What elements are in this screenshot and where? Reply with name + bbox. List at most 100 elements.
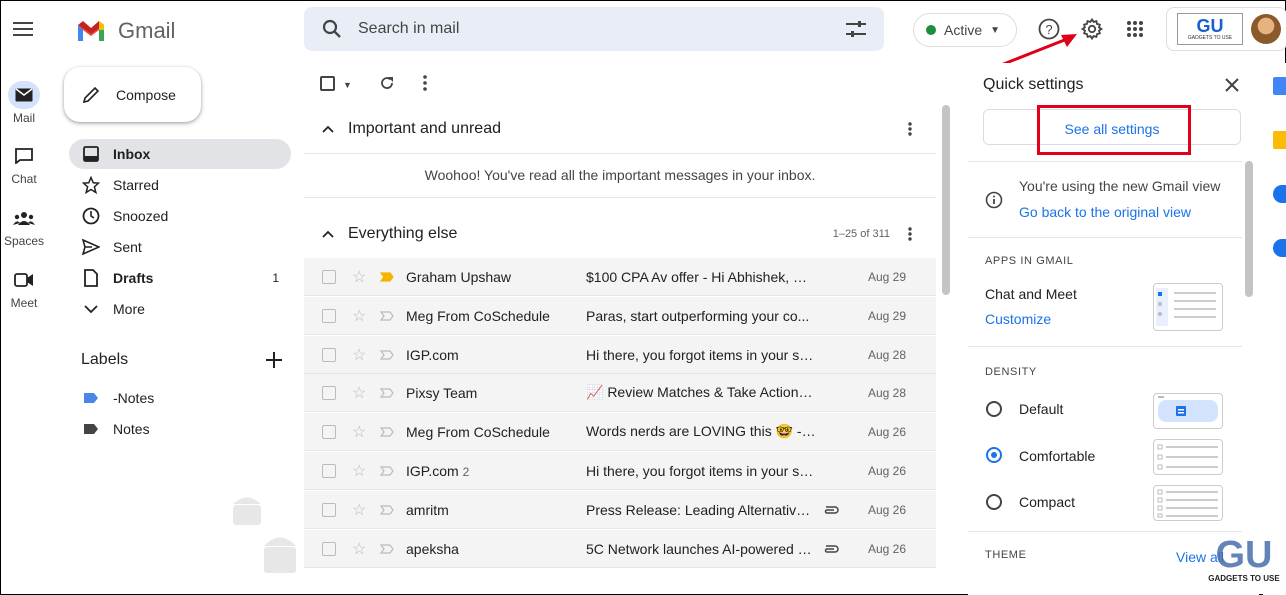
email-row[interactable]: ☆ Pixsy Team 📈 Review Matches & Take Actio…: [304, 374, 936, 412]
email-row[interactable]: ☆ Meg From CoSchedule Paras, start outperf…: [304, 297, 936, 335]
apps-grid-icon[interactable]: [1127, 21, 1143, 37]
star-icon[interactable]: ☆: [352, 345, 368, 365]
labels-heading: Labels: [81, 351, 129, 368]
row-checkbox[interactable]: [322, 269, 336, 284]
nav-starred-label: Starred: [113, 177, 159, 193]
customize-link[interactable]: Customize: [985, 311, 1051, 327]
rail-spaces[interactable]: Spaces: [1, 204, 47, 248]
importance-marker-icon[interactable]: [380, 310, 394, 321]
rail-mail[interactable]: Mail: [1, 81, 47, 125]
star-icon[interactable]: ☆: [352, 422, 368, 442]
label-item[interactable]: Notes: [69, 414, 291, 444]
rail-spaces-label: Spaces: [3, 234, 45, 248]
chevron-up-icon[interactable]: [322, 125, 334, 133]
email-row[interactable]: ☆ apeksha 5C Network launches AI-powered p…: [304, 530, 936, 568]
star-icon[interactable]: ☆: [352, 267, 368, 287]
list-scrollbar[interactable]: [942, 105, 950, 295]
nav-snoozed[interactable]: Snoozed: [69, 201, 291, 231]
importance-marker-icon[interactable]: [380, 387, 394, 398]
email-row[interactable]: ☆ amritm Press Release: Leading Alternativ…: [304, 491, 936, 529]
nav-starred[interactable]: Starred: [69, 170, 291, 200]
importance-marker-icon[interactable]: [380, 271, 394, 282]
brand-logo-sub: GADGETS TO USE: [1187, 35, 1233, 41]
email-date: Aug 29: [867, 308, 906, 323]
section-more-icon[interactable]: [908, 122, 912, 136]
density-compact-label[interactable]: Compact: [1019, 494, 1075, 510]
keep-icon[interactable]: [1273, 131, 1286, 149]
email-subject: Paras, start outperforming your co...: [586, 307, 810, 324]
close-icon[interactable]: [1225, 78, 1239, 92]
nav-inbox[interactable]: Inbox: [69, 139, 291, 169]
attachment-icon: [816, 505, 846, 515]
search-bar[interactable]: Search in mail: [304, 7, 884, 51]
density-default-radio[interactable]: [986, 401, 1002, 417]
row-checkbox[interactable]: [322, 385, 336, 400]
row-checkbox[interactable]: [322, 424, 336, 439]
email-row[interactable]: ☆ IGP.com Hi there, you forgot items in yo…: [304, 336, 936, 374]
row-checkbox[interactable]: [322, 347, 336, 362]
label-item[interactable]: -Notes: [69, 383, 291, 413]
rail-meet[interactable]: Meet: [1, 266, 47, 310]
go-back-link[interactable]: Go back to the original view: [1019, 204, 1191, 220]
density-compact-radio[interactable]: [986, 494, 1002, 510]
mail-icon: [8, 81, 40, 109]
draft-icon: [69, 269, 113, 287]
star-icon: [69, 176, 113, 194]
email-sender: apeksha: [406, 541, 586, 557]
gmail-logo[interactable]: Gmail: [76, 18, 175, 44]
search-icon[interactable]: [322, 19, 342, 39]
compose-button[interactable]: Compose: [64, 67, 201, 122]
select-all-checkbox[interactable]: [320, 76, 335, 91]
divider: [968, 346, 1242, 347]
star-icon[interactable]: ☆: [352, 461, 368, 481]
star-icon[interactable]: ☆: [352, 306, 368, 326]
new-view-text: You're using the new Gmail view: [1019, 178, 1221, 194]
avatar[interactable]: [1251, 14, 1281, 44]
section-more-icon[interactable]: [908, 227, 912, 241]
nav-sent[interactable]: Sent: [69, 232, 291, 262]
nav-more[interactable]: More: [69, 294, 291, 324]
email-date: Aug 26: [867, 463, 906, 478]
nav-drafts[interactable]: Drafts 1: [69, 263, 291, 293]
rail-chat[interactable]: Chat: [1, 142, 47, 186]
row-checkbox[interactable]: [322, 502, 336, 517]
account-box[interactable]: GU GADGETS TO USE: [1166, 7, 1286, 51]
calendar-icon[interactable]: [1273, 77, 1286, 95]
density-comfortable-radio[interactable]: [986, 447, 1002, 463]
star-icon[interactable]: ☆: [352, 383, 368, 403]
tasks-icon[interactable]: [1273, 185, 1286, 203]
star-icon[interactable]: ☆: [352, 500, 368, 520]
email-row[interactable]: ☆ IGP.com 2 Hi there, you forgot items in y…: [304, 452, 936, 490]
row-checkbox[interactable]: [322, 541, 336, 556]
search-options-icon[interactable]: [846, 20, 866, 38]
importance-marker-icon[interactable]: [380, 349, 394, 360]
email-row[interactable]: ☆ Meg From CoSchedule Words nerds are LOVI…: [304, 413, 936, 451]
email-row[interactable]: ☆ Graham Upshaw $100 CPA Av offer - Hi Abh…: [304, 258, 936, 296]
select-dropdown-icon[interactable]: ▼: [343, 80, 352, 90]
importance-marker-icon[interactable]: [380, 465, 394, 476]
importance-marker-icon[interactable]: [380, 426, 394, 437]
refresh-icon[interactable]: [379, 75, 395, 91]
panel-scrollbar[interactable]: [1245, 161, 1253, 297]
contacts-icon[interactable]: [1273, 239, 1286, 257]
row-checkbox[interactable]: [322, 308, 336, 323]
sender-name: amritm: [406, 501, 449, 518]
settings-gear-icon[interactable]: [1080, 17, 1104, 41]
nav-sent-label: Sent: [113, 239, 142, 255]
density-comfortable-label[interactable]: Comfortable: [1019, 448, 1095, 464]
everything-section-header[interactable]: Everything else 1–25 of 311: [304, 208, 936, 260]
email-date: Aug 28: [867, 385, 906, 400]
main-menu-icon[interactable]: [13, 21, 33, 37]
chevron-up-icon[interactable]: [322, 230, 334, 238]
search-input[interactable]: Search in mail: [358, 20, 846, 38]
importance-marker-icon[interactable]: [380, 543, 394, 554]
more-options-icon[interactable]: [423, 75, 427, 91]
see-all-settings-button[interactable]: See all settings: [1041, 121, 1183, 137]
star-icon[interactable]: ☆: [352, 539, 368, 559]
add-label-icon[interactable]: [266, 352, 282, 368]
importance-marker-icon[interactable]: [380, 504, 394, 515]
row-checkbox[interactable]: [322, 463, 336, 478]
density-default-label[interactable]: Default: [1019, 401, 1063, 417]
email-date: Aug 29: [867, 269, 906, 284]
important-section-header[interactable]: Important and unread: [304, 103, 936, 155]
